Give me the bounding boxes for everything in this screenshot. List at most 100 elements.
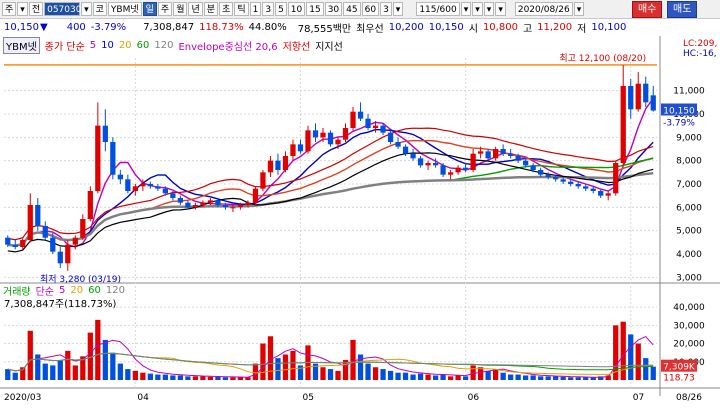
tool-2-icon[interactable]: ▾	[483, 2, 495, 16]
interval-arrow-icon[interactable]: ▾	[392, 2, 404, 16]
candle-body	[42, 226, 48, 238]
period-second-tab[interactable]: 초	[219, 2, 234, 16]
resistance-label: 저항선	[282, 41, 311, 53]
best-quote-label: 최우선	[356, 24, 384, 35]
display-count[interactable]: 115/600	[416, 2, 460, 16]
date-tick-label: 07	[633, 393, 644, 403]
volume-bar	[387, 370, 394, 380]
high-annotation: 최고 12,100 (08/20)	[559, 53, 646, 64]
candle-body	[102, 125, 108, 142]
date-tick-label: 06	[468, 393, 480, 403]
current-pct-tag: -3.79%	[663, 119, 695, 129]
stock-name-tag[interactable]: YBM넷	[3, 36, 40, 54]
date-input[interactable]: 2020/08/26	[514, 2, 573, 16]
scope-select[interactable]: 전	[28, 2, 44, 16]
period-day-tab[interactable]: 일	[142, 2, 157, 16]
period-unit-arrow-icon[interactable]: ▾	[17, 2, 28, 16]
sell-button[interactable]: 매도	[667, 1, 698, 18]
candle-body	[320, 132, 326, 138]
interval-10[interactable]: 10	[287, 2, 306, 16]
period-week-tab[interactable]: 주	[157, 2, 173, 16]
date-tick-label: 04	[137, 393, 149, 403]
volume-bar	[110, 352, 116, 380]
period-unit-select[interactable]: 주	[2, 2, 17, 16]
candle-body	[260, 172, 266, 189]
volume-bar	[575, 377, 581, 380]
price-tick-label: 5,000	[676, 227, 702, 237]
best-bid: 10,150	[428, 22, 464, 33]
period-minute-tab[interactable]: 분	[203, 2, 219, 16]
volume-bar	[485, 370, 491, 380]
tool-3-icon[interactable]: ▾	[495, 2, 506, 16]
open-price: 10,800	[482, 22, 518, 33]
market-select[interactable]: 코	[92, 2, 107, 16]
display-count-arrow-icon[interactable]: ▾	[460, 2, 472, 16]
candle-body	[560, 179, 566, 182]
stock-name-input[interactable]: YBM넷	[107, 2, 142, 16]
tool-1-icon[interactable]: ▾	[472, 2, 483, 16]
candle-body	[620, 86, 626, 163]
interval-15[interactable]: 15	[306, 2, 324, 16]
interval-45[interactable]: 45	[343, 2, 361, 16]
candle-body	[583, 186, 589, 189]
volume-bar	[553, 376, 559, 380]
candle-body	[80, 219, 86, 238]
candle-body	[305, 130, 311, 152]
volume-bar	[207, 376, 214, 380]
candle-body	[372, 125, 379, 128]
volume-bar	[568, 377, 574, 380]
candle-body	[425, 163, 431, 166]
candle-body	[140, 184, 146, 187]
candle-body	[5, 237, 11, 245]
volume-bar	[230, 377, 236, 380]
interval-5[interactable]: 5	[275, 2, 287, 16]
interval-1[interactable]: 1	[249, 2, 262, 16]
candle-body	[643, 83, 649, 103]
volume-pct: 118.73%	[199, 22, 244, 33]
volume-bar	[125, 369, 131, 380]
price-tick-label: 9,000	[676, 133, 702, 143]
volume-bar	[583, 377, 589, 380]
interval-30[interactable]: 30	[324, 2, 343, 16]
candle-body	[110, 142, 116, 175]
candle-body	[27, 205, 33, 240]
volume-bar	[27, 330, 33, 380]
volume-bar	[455, 375, 461, 380]
candle-body	[402, 146, 409, 154]
volume-bar	[372, 367, 379, 380]
stock-code-arrow-icon[interactable]: ▾	[81, 2, 92, 16]
candle-body	[170, 193, 176, 198]
interval-custom[interactable]: 3	[380, 2, 392, 16]
period-month-tab[interactable]: 월	[173, 2, 188, 16]
period-year-tab[interactable]: 년	[188, 2, 203, 16]
interval-3[interactable]: 3	[262, 2, 275, 16]
candle-body	[462, 167, 469, 170]
candle-body	[357, 111, 364, 119]
envelope-label: Envelope중심선 20,6	[178, 41, 278, 53]
period-tick-tab[interactable]: 틱	[234, 2, 249, 16]
candle-body	[523, 160, 529, 166]
price-volume-chart[interactable]: 11,00010,0009,0008,0007,0006,0005,0004,0…	[0, 36, 720, 419]
candle-body	[87, 191, 93, 219]
volume-bar	[432, 375, 439, 380]
volume-bar	[500, 372, 506, 380]
volume-bar	[215, 376, 221, 380]
turnover-pct: 44.80%	[248, 22, 287, 33]
volume-bar	[643, 358, 649, 380]
volume-bar	[515, 374, 521, 380]
candle-body	[267, 160, 274, 173]
volume-bar	[560, 376, 566, 380]
volume-bar	[350, 339, 356, 380]
volume-bar	[155, 374, 161, 380]
volume-bar	[42, 363, 48, 380]
volume-bar	[200, 376, 206, 380]
volume-bar	[102, 339, 108, 380]
candle-body	[515, 156, 521, 161]
volume-tag: 7,309K	[663, 363, 696, 373]
candle-body	[312, 130, 319, 138]
stock-code-input[interactable]: 057030	[44, 2, 81, 16]
interval-60[interactable]: 60	[361, 2, 380, 16]
buy-button[interactable]: 매수	[632, 1, 663, 18]
current-price: 10,150	[4, 22, 39, 33]
date-arrow-icon[interactable]: ▾	[573, 2, 585, 16]
